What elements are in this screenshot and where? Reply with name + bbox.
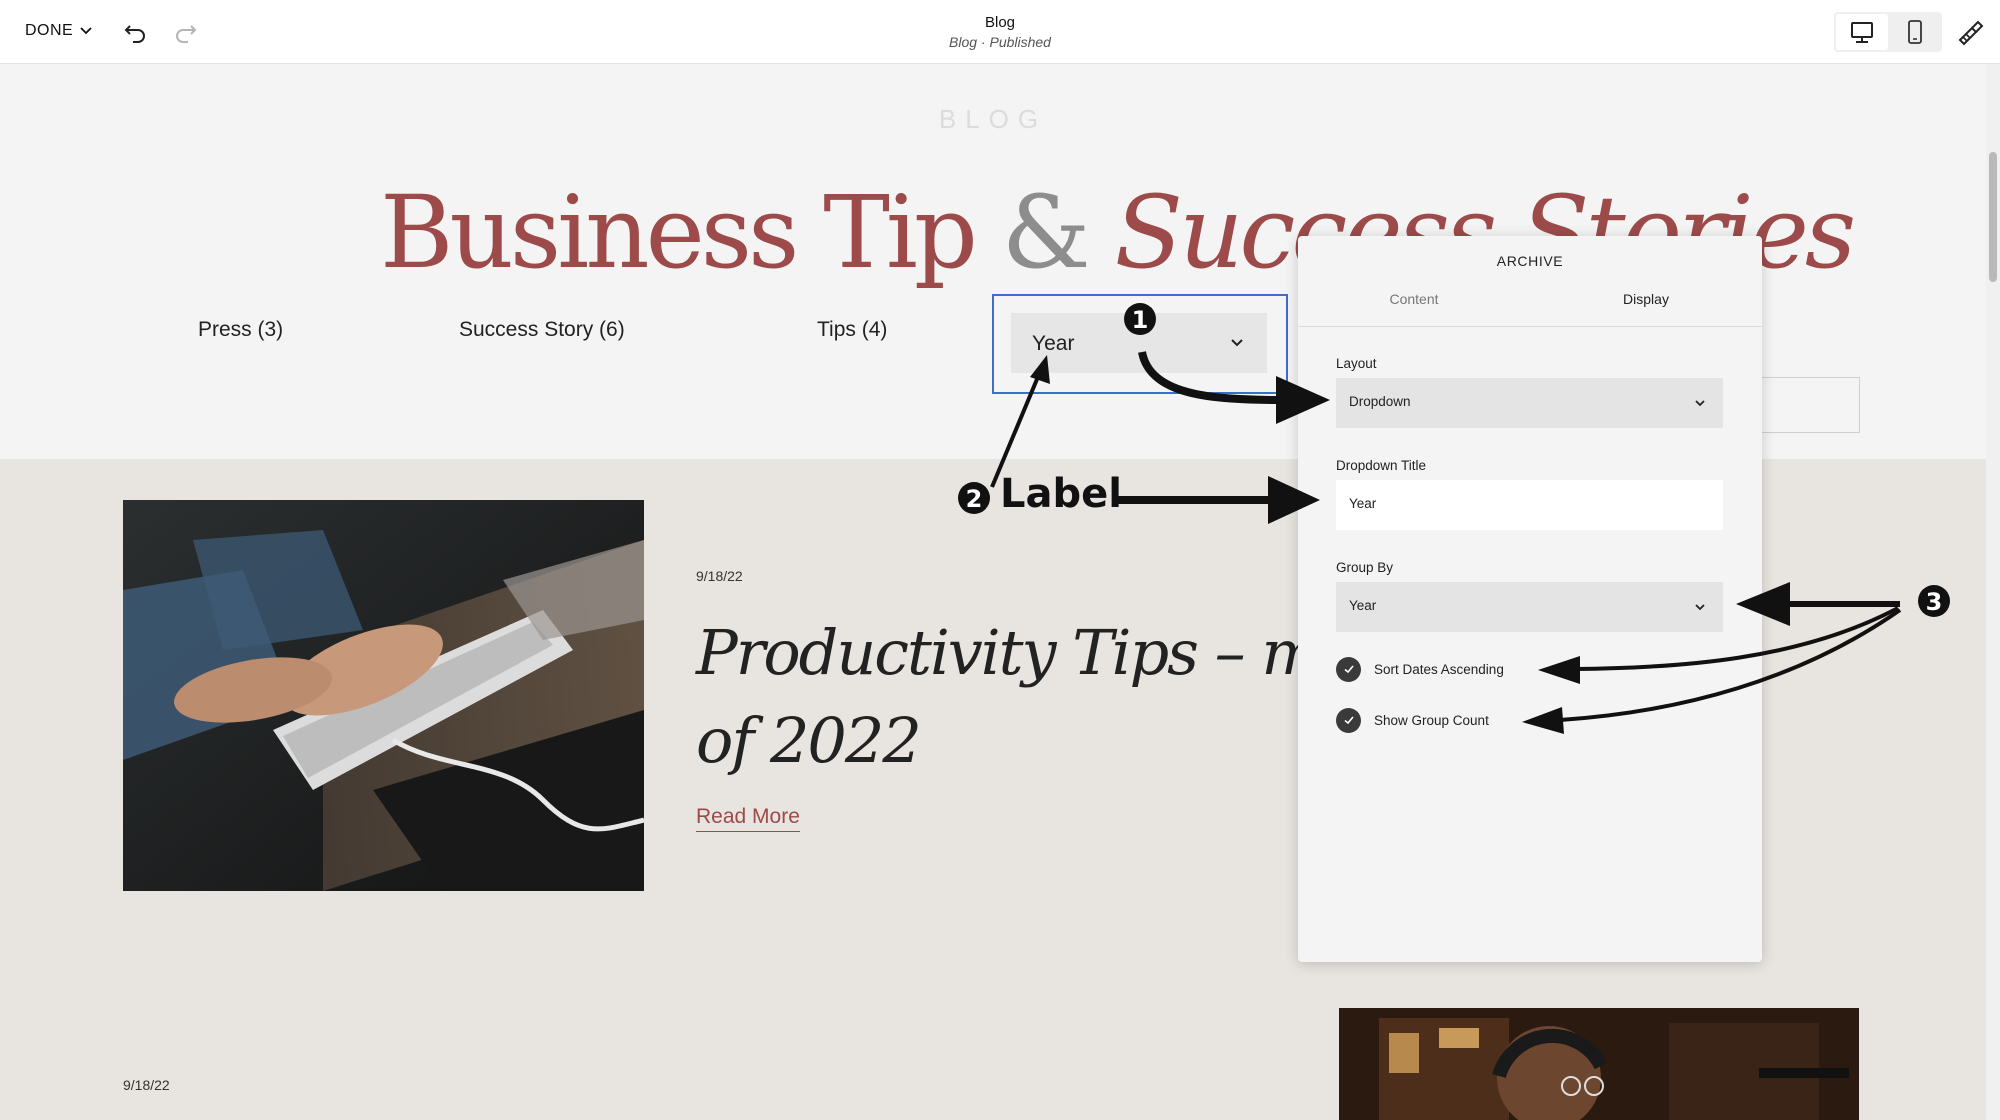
panel-title: ARCHIVE xyxy=(1496,253,1564,269)
page-scrollbar[interactable] xyxy=(1986,64,2000,1120)
post-image-keyboard[interactable] xyxy=(123,500,644,891)
category-link-tips[interactable]: Tips (4) xyxy=(817,318,887,342)
layout-select[interactable]: Dropdown xyxy=(1336,378,1723,428)
tab-divider xyxy=(1298,326,1762,327)
hero-title-ampersand: & xyxy=(1001,174,1091,291)
dropdown-title-input[interactable]: Year xyxy=(1336,480,1723,530)
page-title: Blog xyxy=(984,14,1016,31)
show-group-count-toggle[interactable]: Show Group Count xyxy=(1336,707,1489,733)
checkmark-icon xyxy=(1336,656,1361,682)
checkmark-icon xyxy=(1336,707,1361,733)
mobile-icon xyxy=(1908,20,1922,44)
show-group-count-label: Show Group Count xyxy=(1374,712,1489,728)
post-image-podcast[interactable] xyxy=(1339,1008,1859,1120)
post-title-line1: Productivity Tips – my f xyxy=(696,616,1392,689)
post-date: 9/18/22 xyxy=(696,568,743,584)
group-by-value: Year xyxy=(1349,598,1377,613)
chevron-down-icon xyxy=(1695,604,1705,611)
editor-toolbar: DONE Blog Blog · Published xyxy=(0,0,2000,64)
keyboard-photo xyxy=(123,500,644,891)
page-title-group: Blog Blog · Published xyxy=(0,14,2000,50)
post-date: 9/18/22 xyxy=(123,1077,170,1093)
page-status: Blog · Published xyxy=(949,34,1051,50)
post-title-line2: of 2022 xyxy=(696,704,922,777)
sort-dates-label: Sort Dates Ascending xyxy=(1374,661,1504,677)
section-eyebrow: BLOG xyxy=(938,104,1048,134)
desktop-view-button[interactable] xyxy=(1836,14,1888,50)
desktop-icon xyxy=(1851,22,1873,43)
tab-content[interactable]: Content xyxy=(1298,291,1530,327)
dropdown-title-label: Dropdown Title xyxy=(1336,458,1427,473)
layout-label: Layout xyxy=(1336,356,1377,371)
group-by-label: Group By xyxy=(1336,560,1394,575)
scrollbar-thumb[interactable] xyxy=(1989,152,1997,282)
annotation-label-text: Label xyxy=(1000,471,1122,517)
year-archive-dropdown[interactable]: Year xyxy=(1011,313,1267,373)
group-by-select[interactable]: Year xyxy=(1336,582,1723,632)
category-link-success-story[interactable]: Success Story (6) xyxy=(459,318,625,342)
mobile-view-button[interactable] xyxy=(1890,14,1940,50)
chevron-down-icon xyxy=(1231,339,1243,347)
post-title[interactable]: Productivity Tips – my f of 2022 xyxy=(696,609,1396,785)
dropdown-title-value: Year xyxy=(1349,496,1377,511)
style-brush-icon[interactable] xyxy=(1952,16,1984,48)
hero-title-part1: Business Tip xyxy=(380,174,978,291)
sort-dates-ascending-toggle[interactable]: Sort Dates Ascending xyxy=(1336,656,1504,682)
tab-display[interactable]: Display xyxy=(1530,291,1762,327)
device-toggle xyxy=(1834,12,1942,52)
read-more-link[interactable]: Read More xyxy=(696,805,800,832)
archive-settings-panel: ARCHIVE Content Display Layout Dropdown … xyxy=(1298,236,1762,962)
layout-value: Dropdown xyxy=(1349,394,1411,409)
chevron-down-icon xyxy=(1695,400,1705,407)
year-dropdown-label: Year xyxy=(1032,332,1075,355)
podcast-photo xyxy=(1339,1008,1859,1120)
category-link-press[interactable]: Press (3) xyxy=(198,318,283,342)
